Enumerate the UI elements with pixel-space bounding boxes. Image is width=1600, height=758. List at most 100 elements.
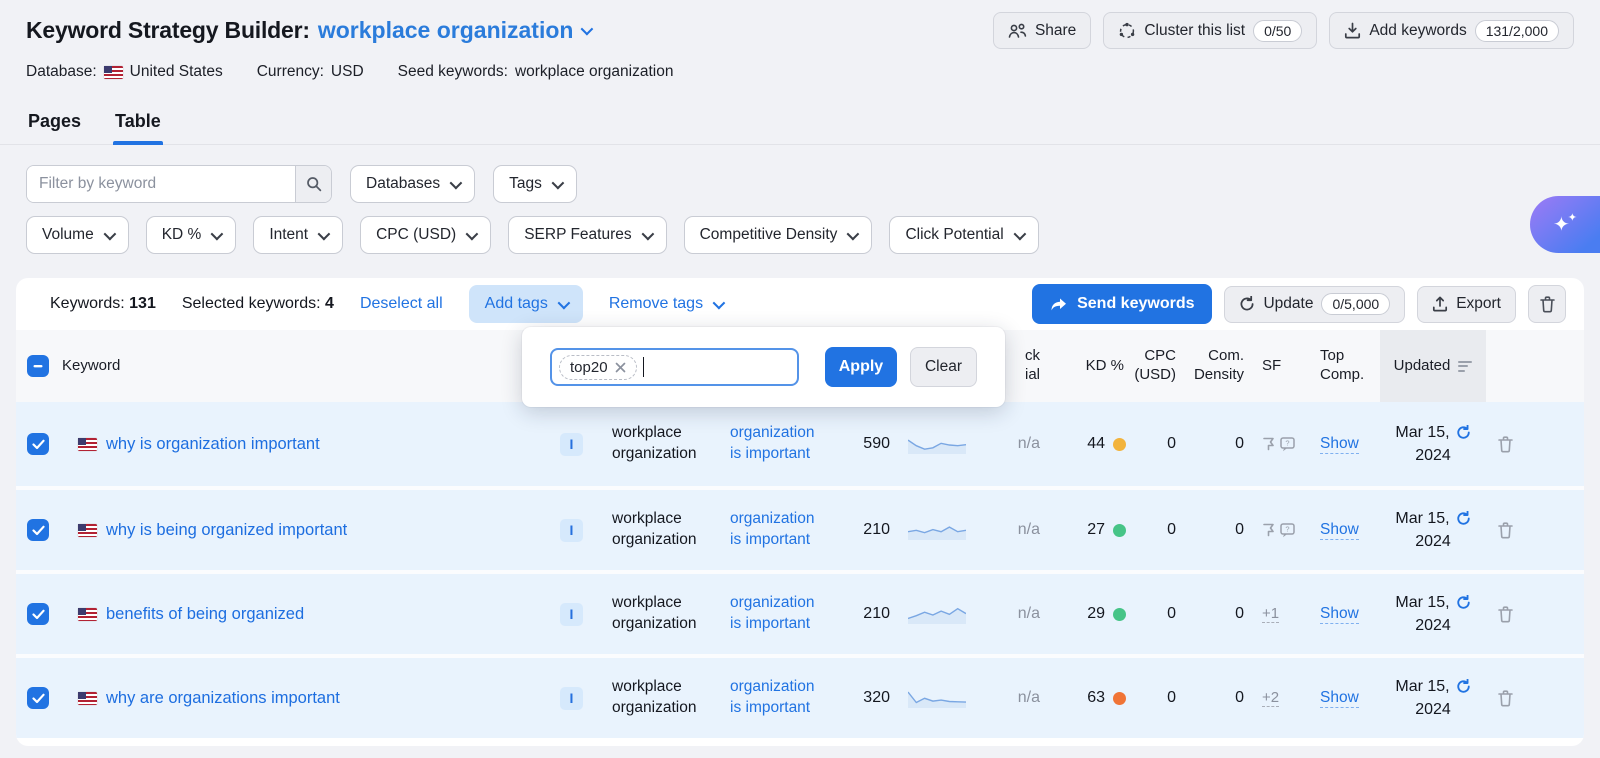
refresh-row-icon[interactable] (1456, 511, 1471, 526)
chevron-down-icon (211, 227, 224, 240)
column-kd[interactable]: KD % (1044, 357, 1128, 376)
page-link[interactable]: organization is important (730, 677, 826, 719)
column-cpc[interactable]: CPC(USD) (1128, 347, 1180, 385)
filter-competitive-density[interactable]: Competitive Density (684, 216, 873, 254)
intent-badge: I (560, 603, 583, 626)
remove-tags-button[interactable]: Remove tags (609, 295, 722, 313)
us-flag-icon (78, 524, 97, 537)
trend-sparkline (908, 520, 966, 540)
row-checkbox[interactable] (27, 519, 49, 541)
page-link[interactable]: organization is important (730, 509, 826, 551)
check-icon (32, 525, 45, 536)
com-density-value: 0 (1180, 435, 1248, 453)
keyword-link[interactable]: why is organization important (106, 435, 320, 454)
delete-row-icon[interactable] (1498, 522, 1513, 539)
table-row: why is being organized important I workp… (16, 486, 1584, 570)
filter-serp-features[interactable]: SERP Features (508, 216, 666, 254)
filter-cpc[interactable]: CPC (USD) (360, 216, 491, 254)
refresh-icon (1239, 296, 1255, 312)
column-com-density[interactable]: Com.Density (1180, 347, 1248, 385)
sf-more-link[interactable]: +1 (1262, 605, 1279, 623)
intent-badge: I (560, 687, 583, 710)
apply-button[interactable]: Apply (825, 347, 897, 387)
top-competitors-show-link[interactable]: Show (1320, 435, 1359, 454)
people-also-ask-icon: ? (1280, 437, 1296, 452)
select-all-checkbox[interactable] (27, 355, 49, 377)
seed-keyword-value: workplace organization (600, 593, 718, 635)
updated-year: 2024 (1384, 530, 1482, 553)
indeterminate-icon (32, 360, 44, 372)
tag-chip[interactable]: top20 (559, 355, 637, 380)
delete-row-icon[interactable] (1498, 690, 1513, 707)
page-header: Keyword Strategy Builder: workplace orga… (0, 0, 1600, 81)
column-keyword[interactable]: Keyword (60, 357, 544, 376)
filter-click-potential[interactable]: Click Potential (889, 216, 1038, 254)
search-button[interactable] (295, 166, 331, 202)
refresh-row-icon[interactable] (1456, 595, 1471, 610)
chevron-down-icon (557, 296, 570, 309)
updated-date: Mar 15, (1395, 591, 1449, 614)
seed-keyword-value: workplace organization (600, 423, 718, 465)
intent-badge: I (560, 433, 583, 456)
filter-kd[interactable]: KD % (146, 216, 237, 254)
row-checkbox[interactable] (27, 603, 49, 625)
add-keywords-button[interactable]: Add keywords 131/2,000 (1329, 12, 1574, 49)
updated-cell: Mar 15, 2024 (1380, 507, 1486, 553)
delete-row-icon[interactable] (1498, 606, 1513, 623)
tab-pages[interactable]: Pages (26, 103, 83, 144)
chevron-down-icon (318, 227, 331, 240)
refresh-row-icon[interactable] (1456, 425, 1471, 440)
clear-button[interactable]: Clear (910, 347, 977, 387)
refresh-row-icon[interactable] (1456, 679, 1471, 694)
sf-more-link[interactable]: +2 (1262, 689, 1279, 707)
volume-value: 210 (830, 521, 894, 539)
row-checkbox[interactable] (27, 433, 49, 455)
row-checkbox[interactable] (27, 687, 49, 709)
cluster-icon (1118, 22, 1136, 40)
keyword-link[interactable]: why are organizations important (106, 689, 340, 708)
delete-row-icon[interactable] (1498, 436, 1513, 453)
chevron-down-icon (466, 227, 479, 240)
page-link[interactable]: organization is important (730, 423, 826, 465)
top-competitors-show-link[interactable]: Show (1320, 689, 1359, 708)
tag-input[interactable]: top20 (550, 348, 799, 386)
top-competitors-show-link[interactable]: Show (1320, 605, 1359, 624)
filter-tags[interactable]: Tags (493, 165, 577, 203)
keyword-filter-input[interactable] (27, 166, 295, 202)
filter-databases[interactable]: Databases (350, 165, 475, 203)
cpc-value: 0 (1128, 605, 1180, 623)
add-tags-button[interactable]: Add tags (469, 285, 583, 323)
keyword-filter (26, 165, 332, 203)
kd-value: 29 (1087, 605, 1105, 623)
ai-assistant-button[interactable]: ✦ ✦ (1530, 196, 1600, 253)
cluster-this-list-button[interactable]: Cluster this list 0/50 (1103, 12, 1317, 49)
update-count-badge: 0/5,000 (1321, 293, 1390, 315)
share-button[interactable]: Share (993, 12, 1091, 49)
list-name-dropdown[interactable]: workplace organization (318, 17, 591, 44)
update-button[interactable]: Update 0/5,000 (1224, 286, 1405, 323)
cluster-label: Cluster this list (1144, 22, 1245, 40)
column-sf[interactable]: SF (1248, 357, 1314, 376)
sort-desc-icon (1458, 361, 1472, 372)
tab-table[interactable]: Table (113, 103, 163, 144)
export-button[interactable]: Export (1417, 286, 1516, 323)
currency-label: Currency: (257, 63, 324, 81)
filter-volume[interactable]: Volume (26, 216, 129, 254)
top-competitors-show-link[interactable]: Show (1320, 521, 1359, 540)
column-top-comp[interactable]: TopComp. (1314, 347, 1380, 385)
trend-sparkline (908, 604, 966, 624)
filter-intent[interactable]: Intent (253, 216, 343, 254)
check-icon (32, 439, 45, 450)
keyword-link[interactable]: why is being organized important (106, 521, 347, 540)
page-link[interactable]: organization is important (730, 593, 826, 635)
com-density-value: 0 (1180, 605, 1248, 623)
deselect-all-link[interactable]: Deselect all (360, 295, 443, 313)
send-keywords-button[interactable]: Send keywords (1032, 284, 1212, 324)
updated-date: Mar 15, (1395, 507, 1449, 530)
keyword-link[interactable]: benefits of being organized (106, 605, 304, 624)
remove-tag-icon[interactable] (615, 362, 626, 373)
column-updated[interactable]: Updated (1380, 330, 1486, 402)
add-tags-popup: top20 Apply Clear (522, 327, 1005, 407)
com-density-value: 0 (1180, 689, 1248, 707)
delete-list-button[interactable] (1528, 285, 1566, 323)
